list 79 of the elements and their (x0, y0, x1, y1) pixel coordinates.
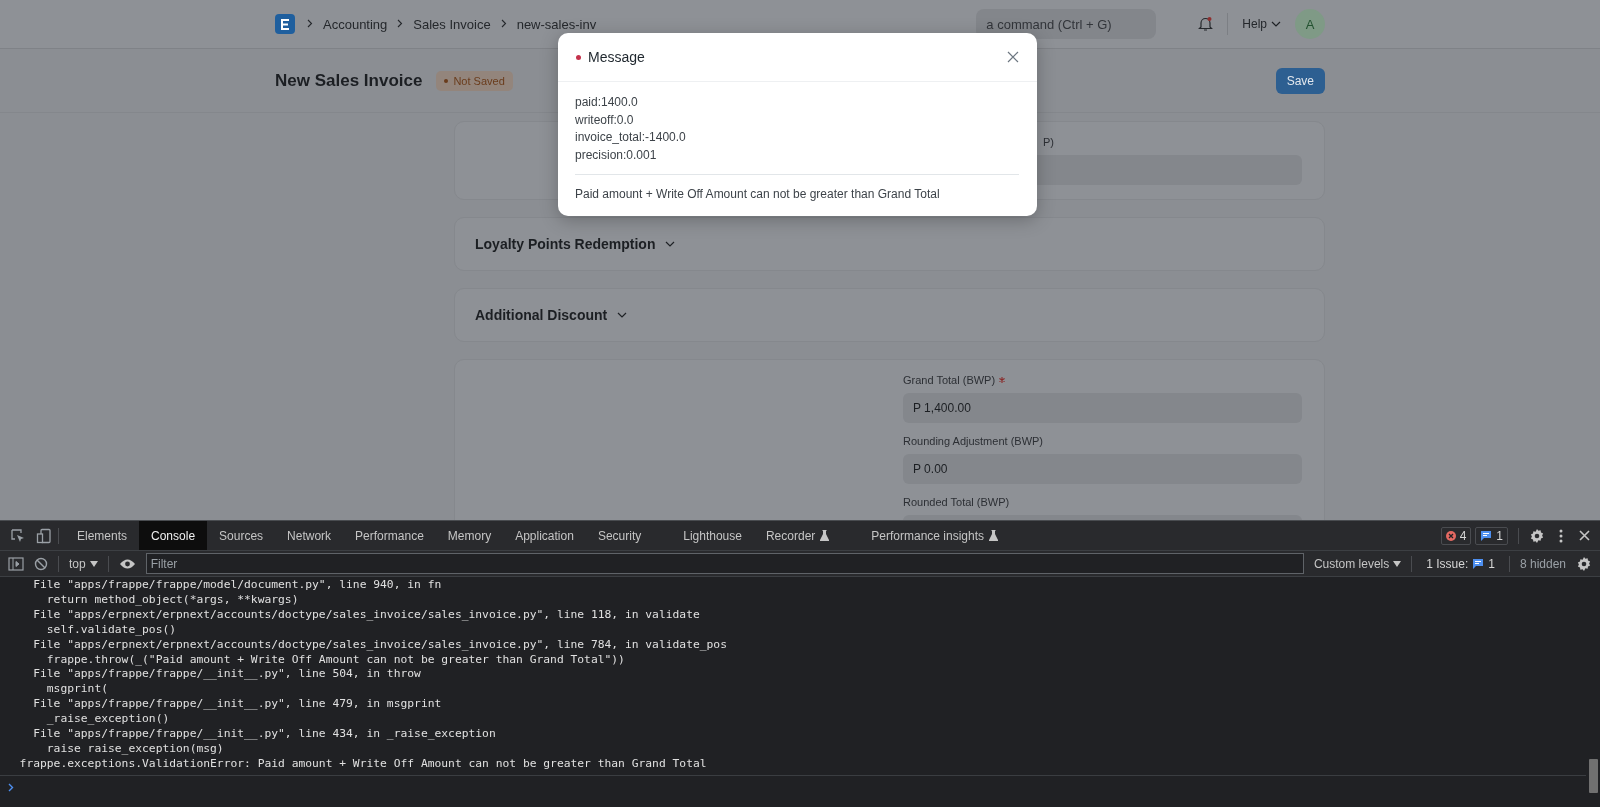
issues-button[interactable]: 1 Issue: 1 (1422, 555, 1499, 572)
devtools-tab[interactable]: Memory (435, 521, 504, 550)
console-line: return method_object(*args, **kwargs) (45, 592, 300, 608)
devtools-tab[interactable]: Performance (343, 521, 436, 550)
error-count-badge[interactable]: 4 (1440, 526, 1472, 545)
input-field[interactable]: P 0.00 (903, 454, 1302, 484)
chevron-down-icon (617, 312, 628, 318)
message-line: paid:1400.0 (575, 94, 639, 111)
more-options-icon[interactable] (1559, 528, 1563, 543)
console-line: frappe.exceptions.ValidationError: Paid amount + Write Off Amount can not be greater than Grand Total (18, 756, 708, 772)
flask-icon (820, 530, 830, 541)
caret-icon (89, 560, 98, 567)
console-line: File "apps/frappe/frappe/__init__.py", line 434, in _raise_exception (32, 727, 497, 742)
save-button[interactable]: Save (1275, 67, 1325, 94)
flask-icon (989, 530, 999, 541)
devtools-tab[interactable]: Elements (65, 521, 140, 550)
message-line: invoice_total:-1400.0 (575, 129, 687, 146)
field-label: P) (1043, 136, 1054, 148)
message-icon (1480, 529, 1493, 542)
message-icon (1472, 557, 1485, 570)
console-line: raise raise_exception(msg) (45, 741, 225, 757)
hidden-count: 8 hidden (1519, 556, 1566, 571)
breadcrumb-link[interactable]: Accounting (323, 16, 388, 32)
close-icon[interactable] (1007, 51, 1019, 63)
message-count-badge[interactable]: 1 (1475, 526, 1508, 545)
device-toolbar-icon[interactable] (36, 527, 52, 544)
indicator-dot-icon (576, 54, 581, 60)
section-header[interactable]: Loyalty Points Redemption (455, 218, 1324, 270)
breadcrumb-link[interactable]: Sales Invoice (413, 16, 491, 32)
devtools-tab[interactable]: Console (139, 521, 208, 550)
message-line: writeoff:0.0 (575, 111, 635, 129)
close-icon[interactable] (1579, 530, 1590, 541)
search-placeholder: a command (Ctrl + G) (986, 16, 1112, 32)
error-message: Paid amount + Write Off Amount can not be greater than Grand Total (575, 186, 941, 203)
devtools-tab[interactable]: Sources (207, 521, 276, 550)
settings-icon[interactable] (1576, 555, 1592, 572)
scrollbar-thumb[interactable] (1588, 759, 1598, 793)
status-text: Not Saved (453, 74, 505, 87)
app-logo-icon[interactable] (275, 14, 295, 34)
settings-icon[interactable] (1529, 527, 1545, 544)
input-field[interactable]: P 1,400.00 (903, 393, 1302, 423)
devtools-tab[interactable]: Performance insights (859, 521, 1011, 550)
field-label: Rounded Total (BWP) (903, 496, 1011, 508)
field-label: Rounding Adjustment (BWP) (903, 435, 1044, 447)
page-title: New Sales Invoice (275, 70, 423, 91)
filter-placeholder: Filter (150, 556, 178, 571)
field-label: Grand Total (BWP) (903, 374, 1302, 386)
console-line: File "apps/erpnext/erpnext/accounts/doctype/sales_invoice/sales_invoice.py", line 784, in validate_pos (32, 637, 728, 653)
devtools-tab[interactable]: Lighthouse (671, 521, 754, 550)
inspect-element-icon[interactable] (10, 527, 26, 544)
context-selector[interactable]: top (69, 556, 98, 571)
help-menu[interactable]: Help (1242, 17, 1281, 31)
console-line: File "apps/frappe/frappe/__init__.py", line 479, in msgprint (32, 697, 443, 713)
prompt-chevron-icon[interactable] (8, 782, 14, 792)
console-line: frappe.throw(_("Paid amount + Write Off Amount can not be greater than Grand Total")) (45, 652, 626, 668)
devtools-tab[interactable]: Security (585, 521, 654, 550)
devtools-tab[interactable]: Recorder (753, 521, 842, 550)
message-line: precision:0.001 (575, 146, 658, 164)
eye-icon[interactable] (118, 557, 136, 570)
sidebar-toggle-icon[interactable] (8, 556, 24, 571)
chevron-down-icon (665, 241, 676, 247)
clear-console-icon[interactable] (34, 556, 48, 571)
notification-bell-icon[interactable] (1198, 16, 1214, 32)
console-line: File "apps/frappe/frappe/model/document.py", line 940, in fn (32, 578, 443, 593)
error-icon (1445, 530, 1456, 541)
devtools-tab[interactable]: Application (503, 521, 586, 550)
console-line: _raise_exception() (45, 712, 171, 728)
filter-input[interactable]: Filter (145, 553, 1304, 574)
console-line: File "apps/erpnext/erpnext/accounts/doctype/sales_invoice/sales_invoice.py", line 118, in validate (32, 607, 701, 623)
console-line: self.validate_pos() (45, 622, 178, 638)
devtools-tab[interactable]: Network (275, 521, 344, 550)
section-header[interactable]: Additional Discount (455, 289, 1324, 341)
console-line: msgprint( (45, 682, 110, 698)
dialog-title: Message (588, 49, 645, 65)
breadcrumb-link[interactable]: new-sales-inv (516, 16, 597, 32)
log-levels-dropdown[interactable]: Custom levels (1313, 556, 1402, 571)
caret-icon (1271, 21, 1281, 27)
console-line: File "apps/frappe/frappe/__init__.py", line 504, in throw (32, 667, 422, 683)
caret-icon (1393, 560, 1402, 567)
